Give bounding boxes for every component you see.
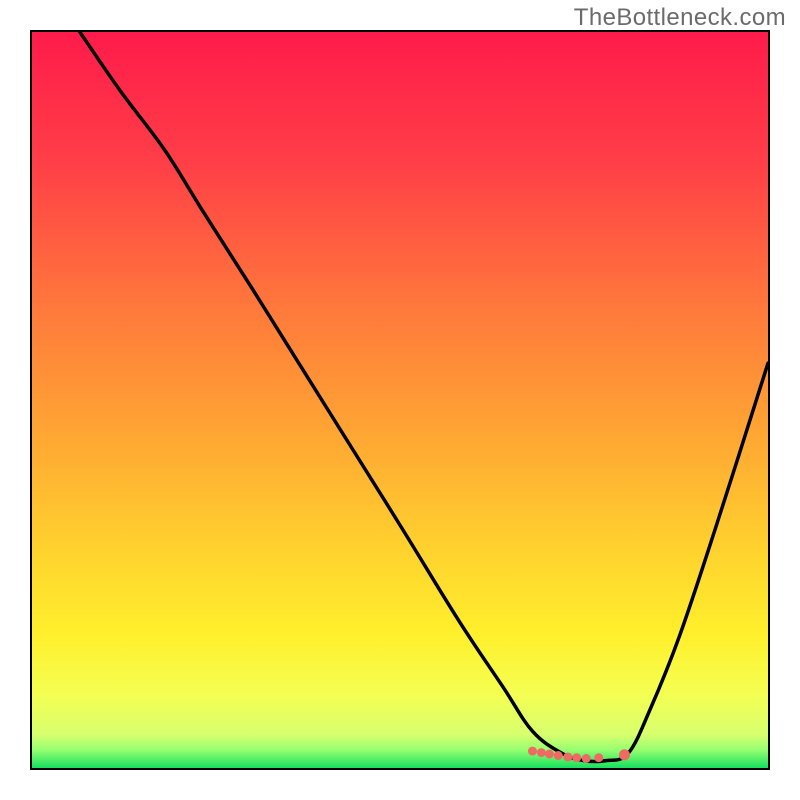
plot-area bbox=[30, 30, 770, 770]
chart-background bbox=[32, 32, 768, 768]
stage: TheBottleneck.com bbox=[0, 0, 800, 800]
watermark-text: TheBottleneck.com bbox=[574, 4, 786, 32]
